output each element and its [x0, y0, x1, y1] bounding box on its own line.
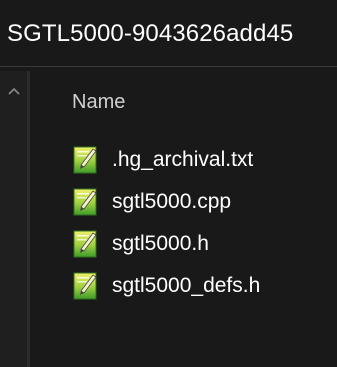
address-bar[interactable]: SGTL5000-9043626add45: [0, 0, 337, 67]
file-name: sgtl5000_defs.h: [112, 274, 261, 297]
notepadpp-file-icon: [73, 188, 97, 216]
file-name: sgtl5000.cpp: [112, 190, 232, 213]
file-list: Name .hg_archival.txt sgtl5000.cpp sgtl5…: [30, 71, 337, 367]
file-list-item[interactable]: .hg_archival.txt: [72, 143, 253, 177]
notepadpp-file-icon: [73, 146, 97, 174]
chevron-up-icon[interactable]: [0, 71, 27, 111]
navigation-pane[interactable]: [0, 71, 27, 367]
address-path[interactable]: SGTL5000-9043626add45: [7, 20, 293, 48]
column-header-name[interactable]: Name: [72, 91, 125, 114]
file-name: sgtl5000.h: [112, 232, 209, 255]
notepadpp-file-icon: [73, 230, 97, 258]
file-name: .hg_archival.txt: [112, 148, 254, 171]
file-list-item[interactable]: sgtl5000.cpp: [72, 185, 231, 219]
notepadpp-file-icon: [73, 272, 97, 300]
file-list-item[interactable]: sgtl5000.h: [72, 227, 209, 261]
file-list-item[interactable]: sgtl5000_defs.h: [72, 269, 260, 303]
